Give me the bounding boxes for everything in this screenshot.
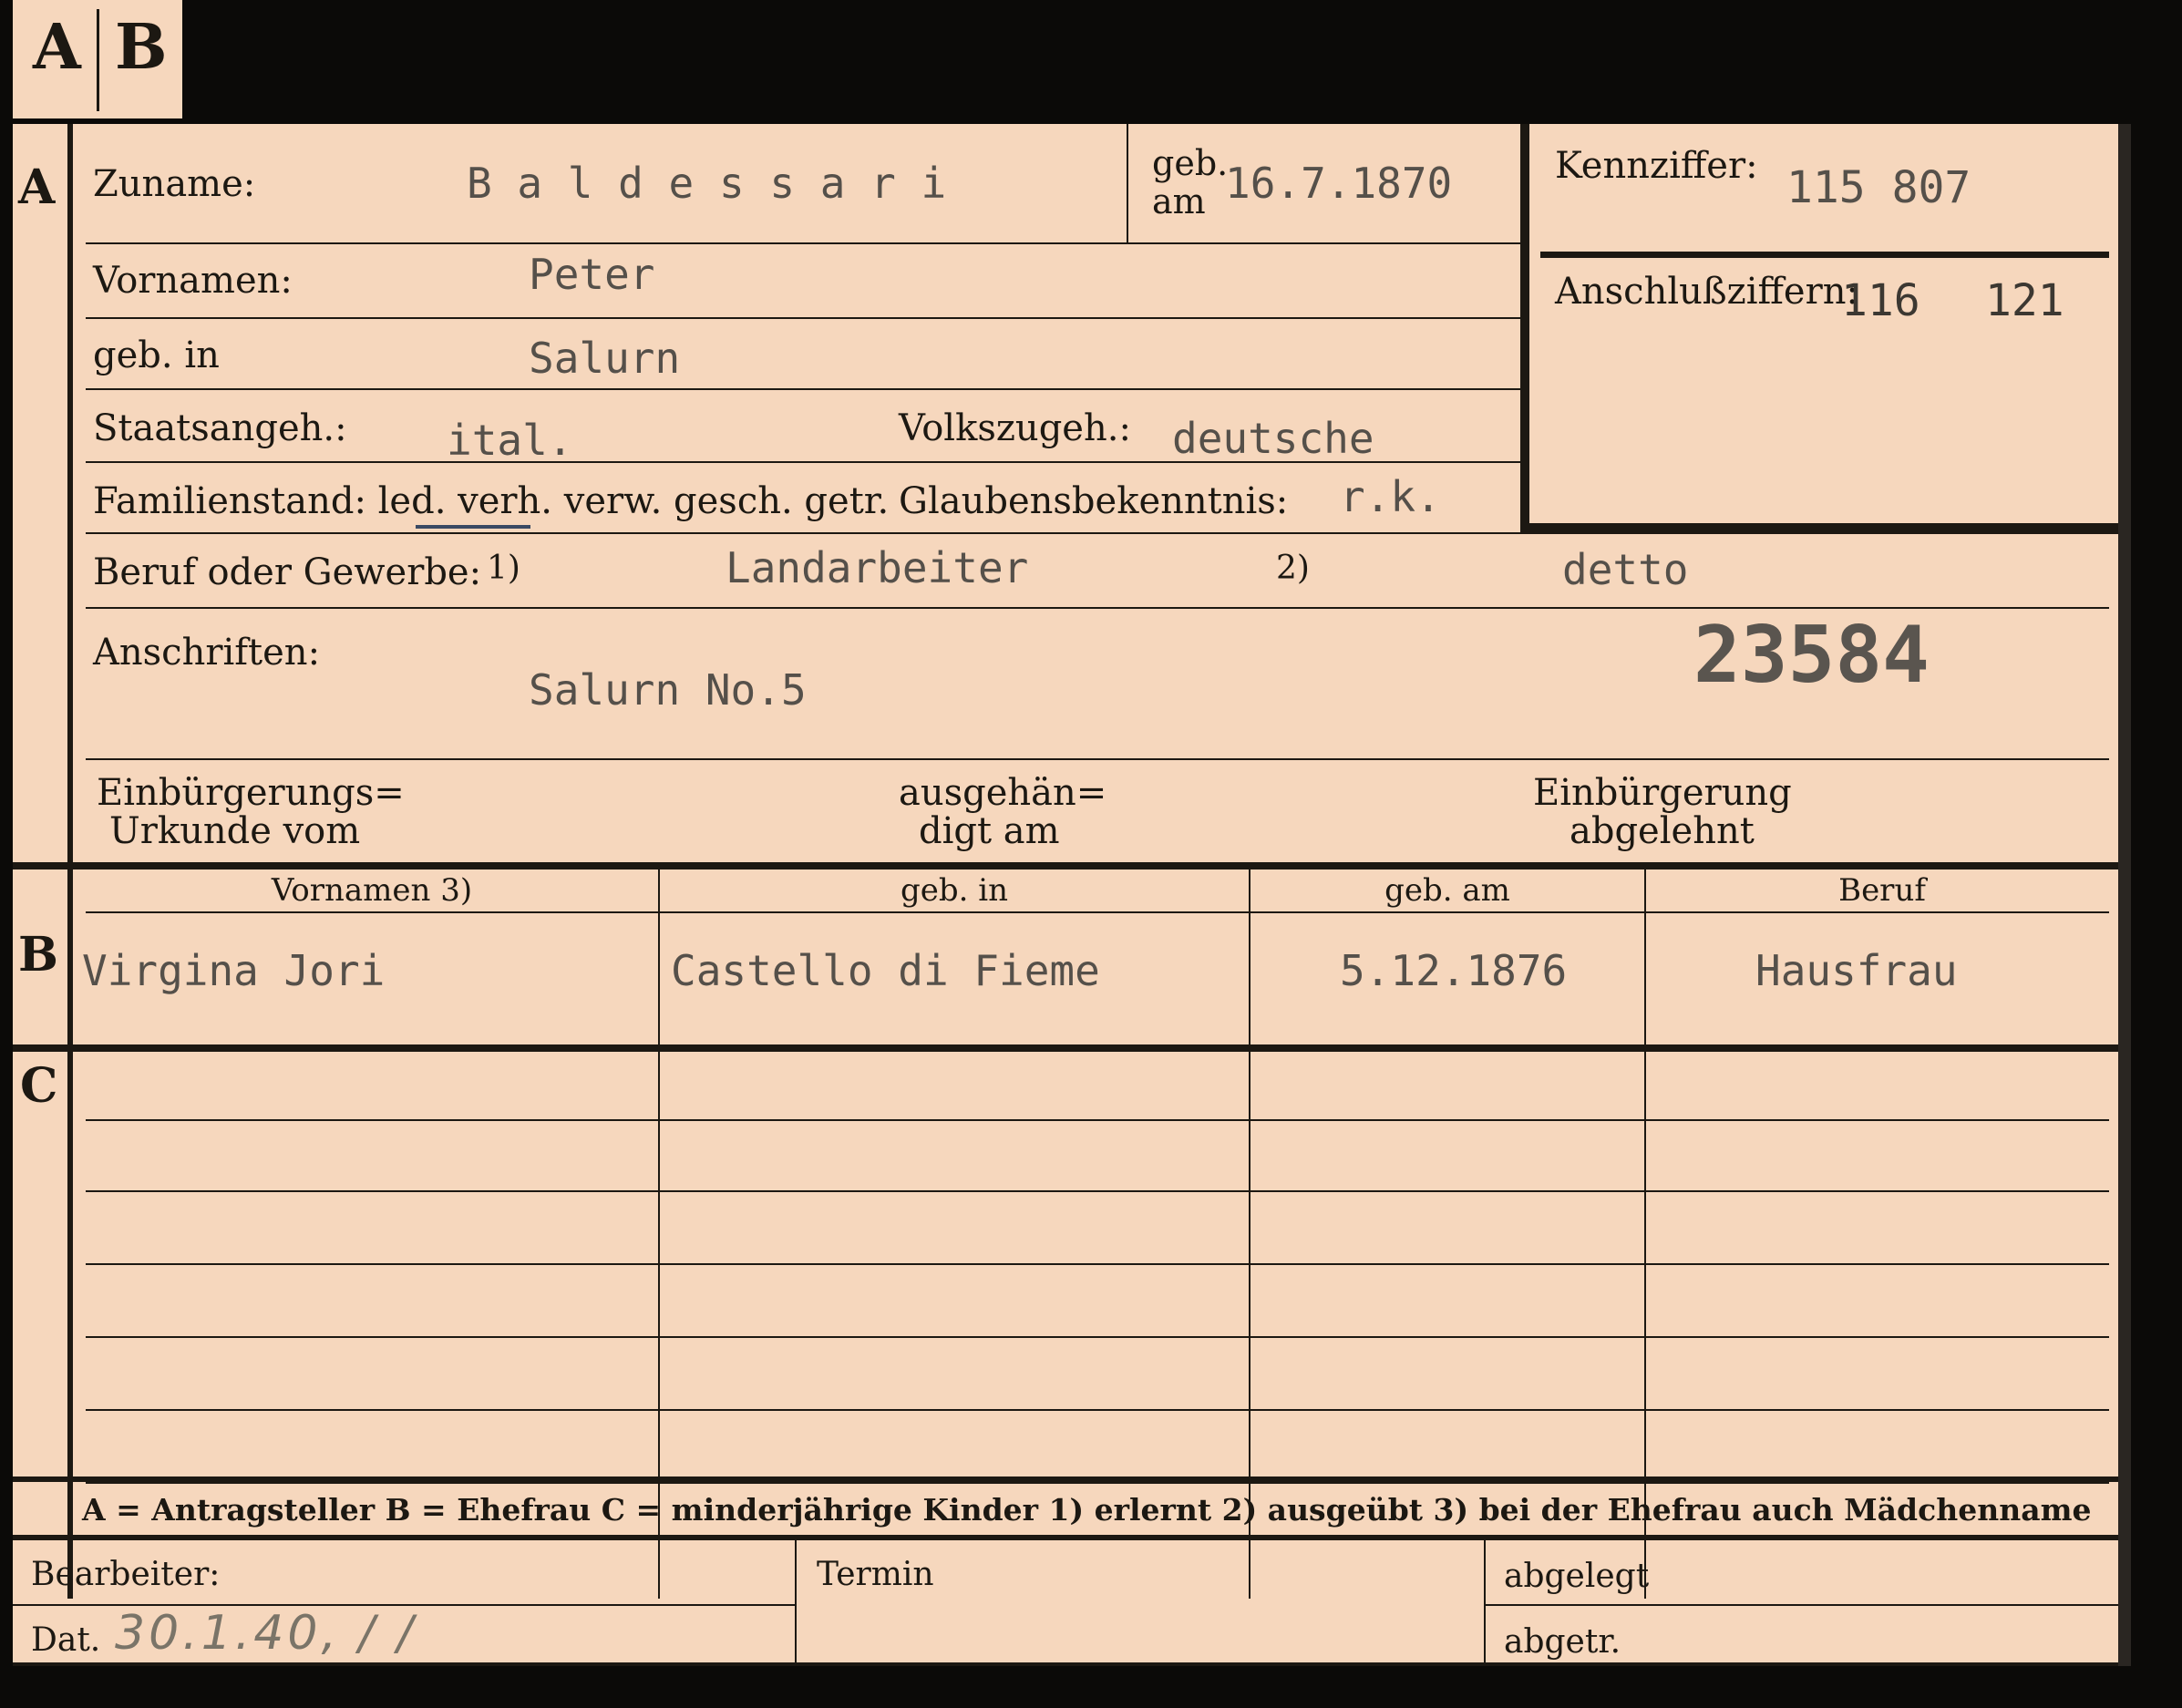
ausgehaendigt-2: digt am <box>919 810 1060 852</box>
kennziffer-value: 115 807 <box>1786 162 1971 213</box>
footer-rule-2 <box>1486 1604 2118 1606</box>
footer-divider-1 <box>795 1540 797 1662</box>
beruf-label: Beruf oder Gewerbe: <box>93 551 482 593</box>
rule-5 <box>86 532 1520 534</box>
c-rule-1 <box>86 1119 2109 1121</box>
col-header-vornamen: Vornamen 3) <box>271 872 473 909</box>
id-box-divider <box>1540 252 2109 258</box>
col-header-geb-am: geb. am <box>1384 872 1510 909</box>
section-label-c: C <box>20 1058 58 1114</box>
card-bottom-rule <box>13 1662 2118 1666</box>
col-divider-2 <box>1249 869 1251 1599</box>
anschluss-value-1: 116 <box>1841 275 1920 326</box>
staatsangeh-label: Staatsangeh.: <box>93 407 347 449</box>
dat-label: Dat. <box>31 1621 101 1659</box>
legend-text: A = Antragsteller B = Ehefrau C = minder… <box>82 1492 2092 1528</box>
rule-2 <box>86 317 1520 319</box>
rule-6 <box>86 607 2109 609</box>
footer-divider-2 <box>1484 1540 1486 1662</box>
bearbeiter-label: Bearbeiter: <box>31 1556 221 1593</box>
rule-7 <box>86 758 2109 760</box>
beruf-footnote-1: 1) <box>487 550 520 587</box>
zuname-value: B a l d e s s a r i <box>467 159 947 208</box>
tab-divider <box>97 9 99 111</box>
zuname-label: Zuname: <box>93 163 256 205</box>
zuname-divider <box>1127 124 1128 242</box>
vornamen-label: Vornamen: <box>93 260 293 302</box>
abgelehnt-1: Einbürgerung <box>1533 772 1792 814</box>
c-rule-3 <box>86 1263 2109 1265</box>
card-edge <box>2118 124 2131 1666</box>
stamp-number: 23584 <box>1693 610 1930 701</box>
rule-3 <box>86 388 1520 390</box>
section-a-rule <box>67 124 73 862</box>
section-b-top <box>13 862 2118 869</box>
einb-urkunde-1: Einbürgerungs= <box>97 772 405 814</box>
beruf-footnote-2: 2) <box>1276 550 1310 587</box>
abgetr-label: abgetr. <box>1504 1623 1621 1661</box>
anschriften-label: Anschriften: <box>93 632 321 674</box>
section-label-b: B <box>18 927 58 983</box>
anschluss-value-2: 121 <box>1985 275 2064 326</box>
anschriften-value: Salurn No.5 <box>529 665 807 715</box>
col-header-beruf: Beruf <box>1838 872 1926 909</box>
c-rule-6 <box>86 1482 2109 1484</box>
c-rule-2 <box>86 1190 2109 1192</box>
col-divider-3 <box>1644 869 1646 1599</box>
abgelehnt-2: abgelehnt <box>1570 810 1755 852</box>
col-divider-1 <box>658 869 660 1599</box>
einb-urkunde-2: Urkunde vom <box>109 810 361 852</box>
spouse-birthplace: Castello di Fieme <box>671 946 1100 995</box>
legend-top-rule <box>13 1476 2118 1482</box>
tab-letter-b: B <box>115 11 168 84</box>
glaubens-label: Glaubensbekenntnis: <box>899 480 1289 522</box>
spouse-occupation: Hausfrau <box>1755 946 1958 995</box>
staatsangeh-value: ital. <box>447 416 573 465</box>
section-label-a: A <box>18 159 56 215</box>
col-header-geb-in: geb. in <box>900 872 1009 909</box>
anschluss-label: Anschlußziffern: <box>1555 271 1858 313</box>
section-c-top <box>13 1044 2118 1052</box>
kennziffer-label: Kennziffer: <box>1555 145 1758 187</box>
spouse-name: Virgina Jori <box>82 946 386 995</box>
registration-card: A B C Kennziffer: 115 807 Anschlußziffer… <box>13 124 2118 1666</box>
ausgehaendigt-1: ausgehän= <box>899 772 1107 814</box>
c-rule-5 <box>86 1409 2109 1411</box>
section-c-rule <box>67 1161 73 1599</box>
tab-letter-a: A <box>33 11 81 84</box>
c-rule-4 <box>86 1336 2109 1338</box>
table-header-rule <box>86 911 2109 913</box>
beruf-value-1: Landarbeiter <box>726 543 1029 592</box>
geb-in-value: Salurn <box>529 334 681 383</box>
termin-label: Termin <box>817 1556 934 1593</box>
beruf-value-2: detto <box>1562 545 1689 594</box>
familienstand-label: Familienstand: led. verh. verw. gesch. g… <box>93 480 890 522</box>
vornamen-value: Peter <box>529 250 655 299</box>
volkszugeh-label: Volkszugeh.: <box>899 407 1131 449</box>
index-tab: A B <box>13 0 182 118</box>
verh-underline <box>416 525 530 529</box>
geb-in-label: geb. in <box>93 334 220 376</box>
glaubens-value: r.k. <box>1340 472 1441 521</box>
legend-bottom-rule <box>13 1535 2118 1540</box>
id-box-left <box>1520 124 1529 534</box>
geb-am-label-2: am <box>1152 181 1206 221</box>
geb-am-label-1: geb. <box>1152 143 1229 183</box>
abgelegt-label: abgelegt <box>1504 1558 1650 1595</box>
spouse-birthdate: 5.12.1876 <box>1340 946 1568 995</box>
rule-1 <box>86 242 1520 244</box>
id-box-bottom <box>1520 523 2118 534</box>
dat-value: 30.1.40, / / <box>115 1606 417 1661</box>
section-b-rule <box>67 869 73 1161</box>
rule-4 <box>86 461 1520 463</box>
geb-am-value: 16.7.1870 <box>1225 159 1453 208</box>
volkszugeh-value: deutsche <box>1172 414 1374 463</box>
